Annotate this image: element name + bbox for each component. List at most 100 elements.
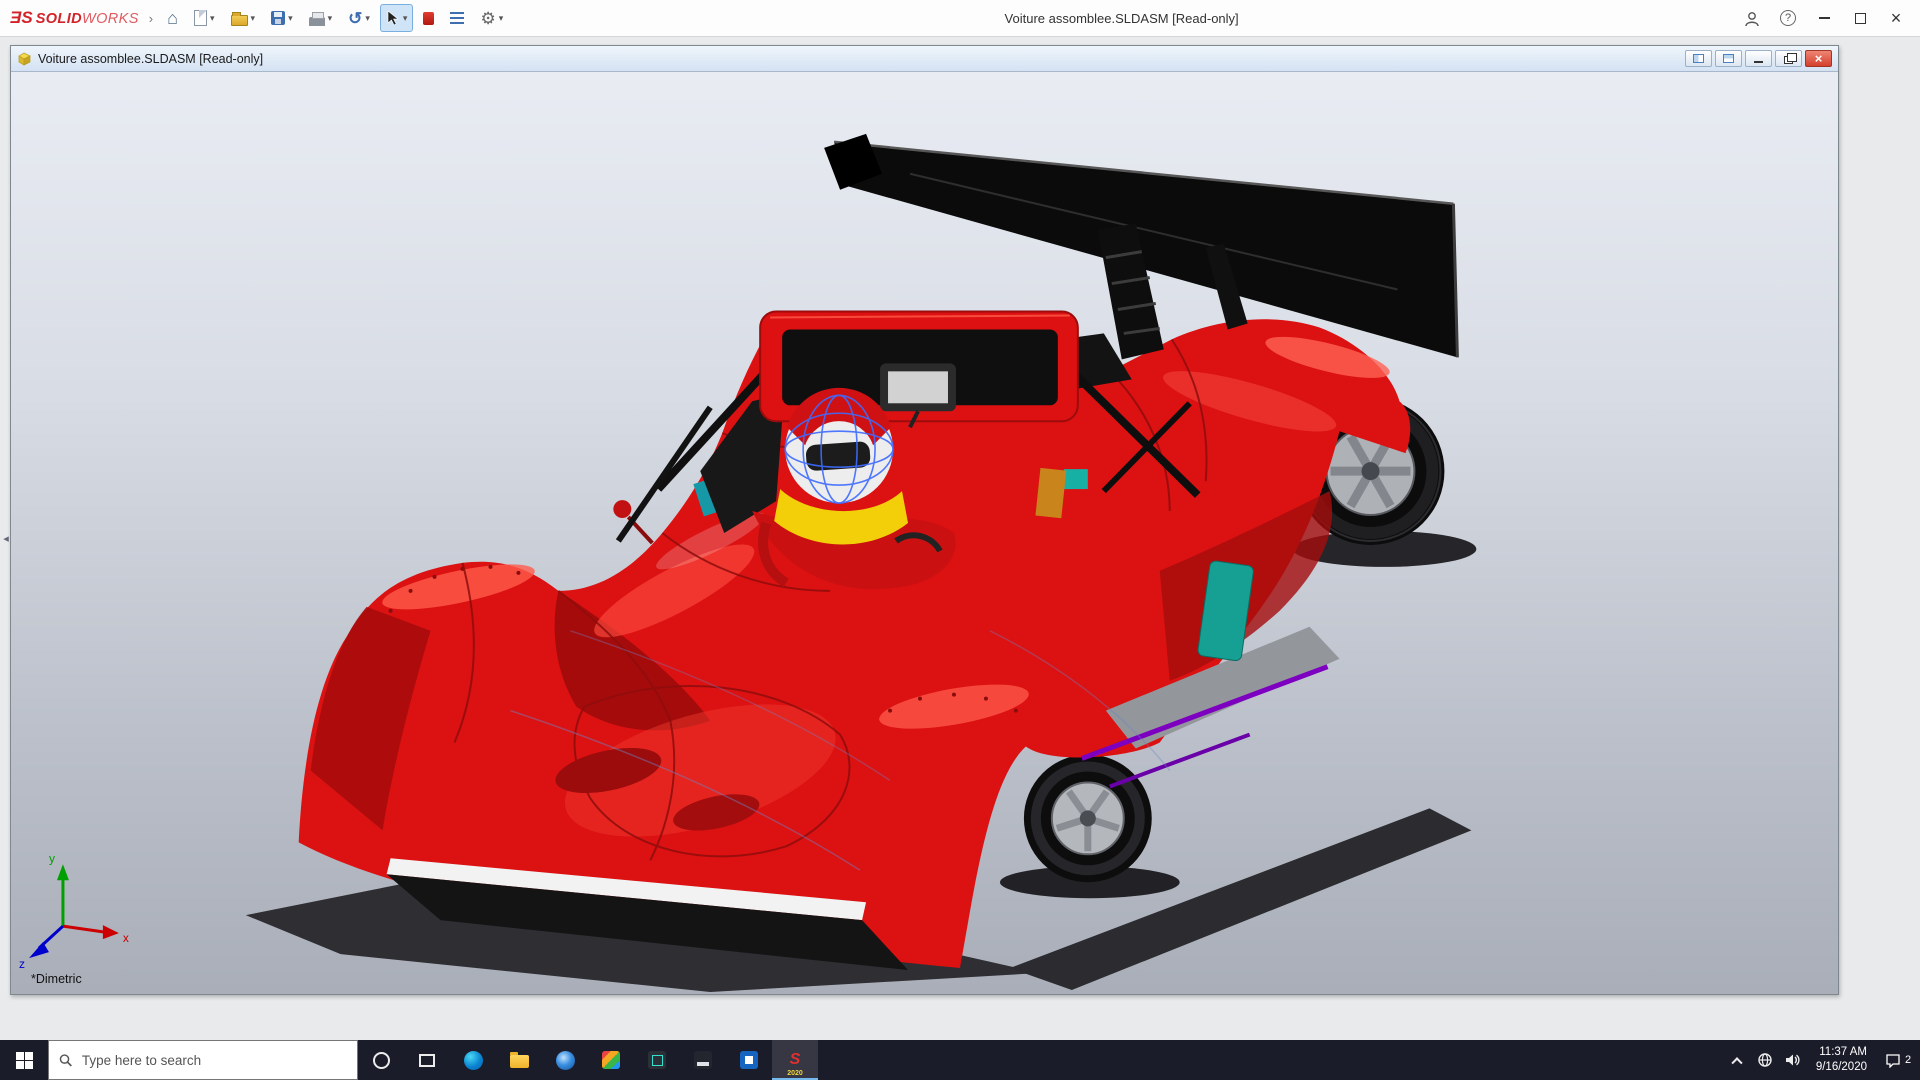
snapshot-tool-button[interactable] [417, 4, 440, 32]
new-document-icon [194, 10, 207, 26]
taskbar-app-media[interactable] [680, 1040, 726, 1080]
home-icon: ⌂ [167, 9, 178, 27]
doc-restore-button[interactable] [1775, 50, 1802, 67]
3d-viewport[interactable]: x y z *Dimetric [11, 72, 1838, 994]
open-button[interactable]: ▾ [225, 4, 262, 32]
gear-icon: ⚙ [480, 10, 495, 27]
undo-button[interactable]: ↺▾ [342, 4, 376, 32]
taskbar-search[interactable] [48, 1040, 358, 1080]
task-view-icon [419, 1054, 435, 1067]
front-wheel[interactable] [1024, 755, 1152, 883]
viewport-canvas[interactable]: x y z [11, 72, 1838, 994]
triad-x-label: x [123, 931, 129, 945]
cortana-icon [373, 1052, 390, 1069]
dropdown-arrow-icon: ▾ [210, 13, 215, 24]
windows-logo-icon [16, 1052, 33, 1069]
minimize-icon [1819, 17, 1830, 19]
document-window: Voiture assomblee.SLDASM [Read-only] × [10, 45, 1839, 995]
featuremanager-collapse-arrow[interactable]: ◂ [0, 525, 12, 551]
clock-time: 11:37 AM [1819, 1045, 1867, 1060]
browser-icon [556, 1051, 575, 1070]
dropdown-arrow-icon: ▾ [499, 13, 504, 24]
main-toolbar: ⌂ ▾ ▾ ▾ ▾ ↺▾ ▾ ⚙▾ [161, 4, 509, 32]
save-icon [271, 11, 285, 25]
edge-icon [464, 1051, 483, 1070]
dropdown-arrow-icon: ▾ [328, 13, 333, 24]
notification-bubble-icon [1885, 1052, 1901, 1068]
system-tray: 11:37 AM 9/16/2020 2 [1723, 1040, 1920, 1080]
taskbar-app-solidworks[interactable]: S 2020 [772, 1040, 818, 1080]
search-input[interactable] [82, 1053, 347, 1068]
network-button[interactable] [1751, 1040, 1779, 1080]
clock-date: 9/16/2020 [1816, 1060, 1867, 1075]
dropdown-arrow-icon: ▾ [251, 13, 256, 24]
window-pane-button-2[interactable] [1715, 50, 1742, 67]
taskbar-app-file-explorer[interactable] [496, 1040, 542, 1080]
minimize-icon [1754, 61, 1763, 63]
select-cursor-icon [386, 10, 400, 26]
cad-viewer-icon [648, 1051, 666, 1069]
list-icon [450, 12, 464, 14]
toolbar-flyout-icon[interactable]: › [149, 11, 153, 26]
solidworks-logo: ƎS SOLIDWORKS [10, 8, 139, 28]
taskbar-app-video[interactable] [726, 1040, 772, 1080]
dropdown-arrow-icon: ▾ [365, 13, 370, 24]
minimize-button[interactable] [1806, 3, 1842, 33]
app-client-area: ◂ Voiture assomblee.SLDASM [Read-only] × [0, 37, 1920, 1040]
window-pane-button[interactable] [1685, 50, 1712, 67]
dropdown-arrow-icon: ▾ [403, 13, 408, 24]
triad-y-label: y [49, 851, 55, 865]
doc-minimize-button[interactable] [1745, 50, 1772, 67]
taskbar-app-cad-viewer[interactable] [634, 1040, 680, 1080]
video-app-icon [740, 1051, 758, 1069]
file-explorer-icon [510, 1055, 529, 1068]
account-button[interactable] [1734, 3, 1770, 33]
user-account-icon [1743, 10, 1761, 27]
options-button[interactable]: ⚙▾ [474, 4, 509, 32]
logo-ds-icon: ƎS [10, 8, 33, 28]
restore-icon [1784, 56, 1793, 64]
document-title: Voiture assomblee.SLDASM [Read-only] [38, 52, 263, 66]
taskbar-app-cortana[interactable] [358, 1040, 404, 1080]
search-icon [59, 1053, 73, 1068]
doc-close-button[interactable]: × [1805, 50, 1832, 67]
taskbar: S 2020 11:37 AM 9/16/2020 2 [0, 1040, 1920, 1080]
triad-z-label: z [19, 957, 25, 971]
pane-split-icon [1693, 54, 1704, 63]
red-tool-icon [423, 12, 434, 25]
app-window-title: Voiture assomblee.SLDASM [Read-only] [509, 11, 1734, 26]
pane-split-horizontal-icon [1723, 54, 1734, 63]
close-button[interactable]: × [1878, 3, 1914, 33]
solidworks-icon: S [790, 1052, 801, 1068]
orientation-triad: x y z [19, 851, 129, 971]
new-document-button[interactable]: ▾ [188, 4, 221, 32]
speaker-icon [1785, 1052, 1801, 1068]
select-tool-button[interactable]: ▾ [380, 4, 414, 32]
close-icon: × [1891, 9, 1902, 27]
document-titlebar[interactable]: Voiture assomblee.SLDASM [Read-only] × [11, 46, 1838, 72]
app-window-controls: ? × [1734, 3, 1914, 33]
taskbar-app-photos[interactable] [588, 1040, 634, 1080]
evaluate-list-button[interactable] [444, 4, 470, 32]
action-center-button[interactable]: 2 [1876, 1052, 1920, 1068]
start-button[interactable] [0, 1040, 48, 1080]
help-icon: ? [1780, 10, 1796, 26]
print-icon [309, 17, 325, 26]
home-button[interactable]: ⌂ [161, 4, 184, 32]
taskbar-app-browser[interactable] [542, 1040, 588, 1080]
help-button[interactable]: ? [1770, 3, 1806, 33]
taskbar-task-view[interactable] [404, 1040, 450, 1080]
view-orientation-label: *Dimetric [31, 972, 82, 986]
maximize-button[interactable] [1842, 3, 1878, 33]
save-button[interactable]: ▾ [265, 4, 299, 32]
maximize-icon [1855, 13, 1866, 24]
hidden-icons-button[interactable] [1723, 1040, 1751, 1080]
print-button[interactable]: ▾ [303, 4, 339, 32]
app-titlebar: ƎS SOLIDWORKS › ⌂ ▾ ▾ ▾ ▾ ↺▾ ▾ ⚙▾ Voitur… [0, 0, 1920, 37]
taskbar-clock[interactable]: 11:37 AM 9/16/2020 [1807, 1045, 1876, 1075]
network-globe-icon [1757, 1052, 1773, 1068]
taskbar-app-edge[interactable] [450, 1040, 496, 1080]
volume-button[interactable] [1779, 1040, 1807, 1080]
dropdown-arrow-icon: ▾ [288, 13, 293, 24]
notification-count-badge: 2 [1905, 1054, 1911, 1066]
